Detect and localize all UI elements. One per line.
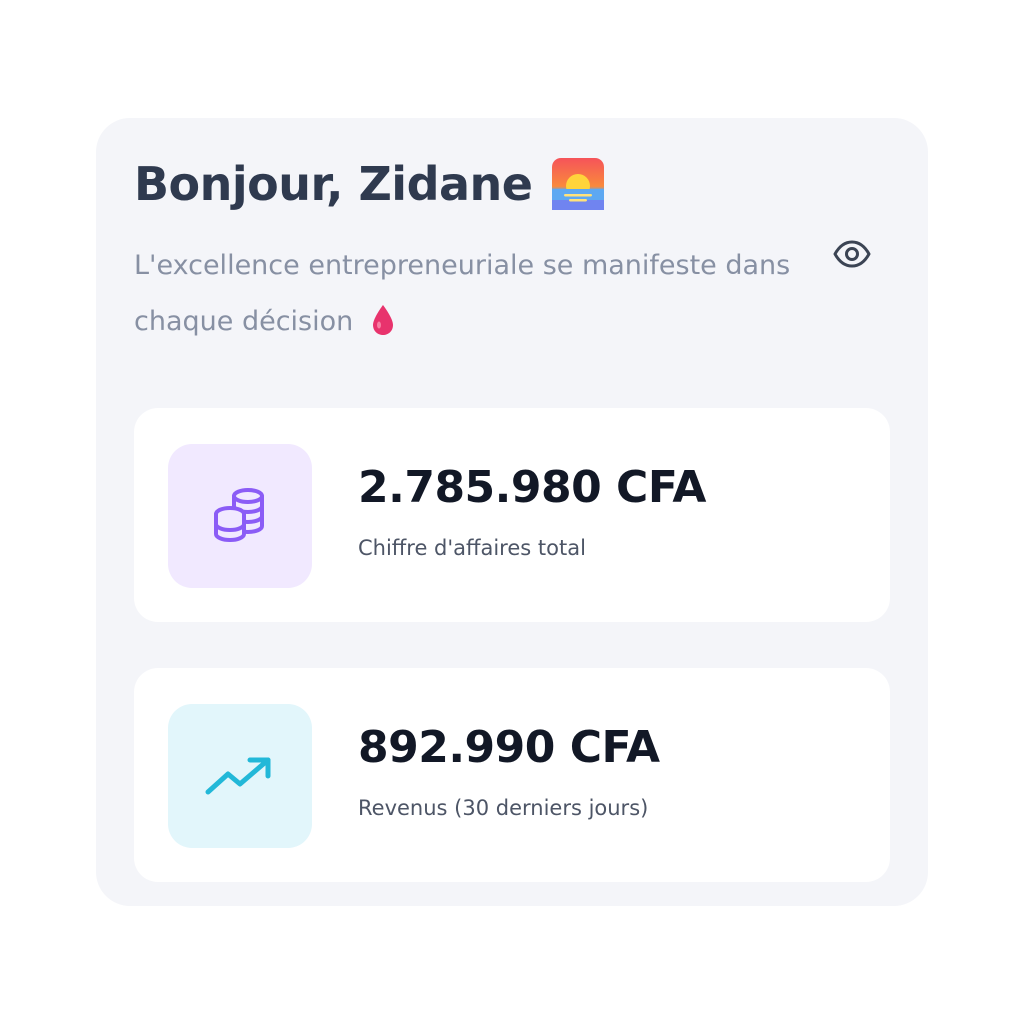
drop-icon (372, 304, 393, 335)
coins-icon-box (168, 444, 312, 588)
trending-up-icon-box (168, 704, 312, 848)
greeting-title: Bonjour, Zidane (134, 157, 533, 211)
recent-revenue-value: 892.990 CFA (358, 722, 660, 773)
total-revenue-value: 2.785.980 CFA (358, 462, 706, 513)
subtitle-text: L'excellence entrepreneuriale se manifes… (134, 250, 791, 337)
sunrise-icon (552, 158, 605, 210)
total-revenue-label: Chiffre d'affaires total (358, 536, 586, 560)
greeting-header: Bonjour, Zidane (134, 156, 606, 212)
coins-icon (214, 488, 264, 542)
eye-icon (833, 240, 871, 268)
trending-up-icon (205, 757, 271, 795)
subtitle: L'excellence entrepreneuriale se manifes… (134, 238, 814, 350)
summary-panel: Bonjour, Zidane L'excellence entrepreneu… (96, 118, 928, 906)
stat-card-total-revenue: 2.785.980 CFA Chiffre d'affaires total (134, 408, 890, 622)
stat-card-recent-revenue: 892.990 CFA Revenus (30 derniers jours) (134, 668, 890, 882)
recent-revenue-label: Revenus (30 derniers jours) (358, 796, 649, 820)
toggle-visibility-button[interactable] (828, 232, 876, 276)
